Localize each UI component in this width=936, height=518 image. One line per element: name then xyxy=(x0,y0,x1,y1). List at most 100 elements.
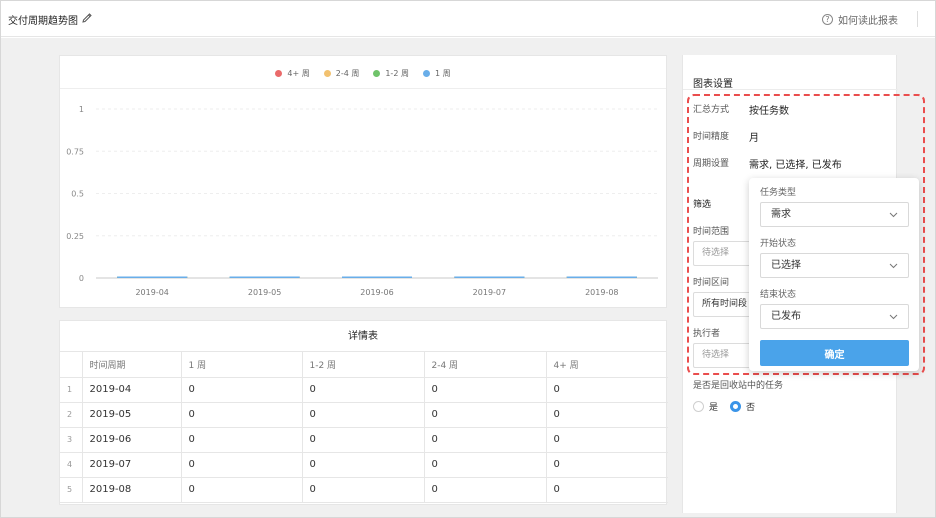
x-tick-label: 2019-04 xyxy=(135,288,168,297)
column-header-week1-2[interactable]: 1-2 周 xyxy=(301,352,424,378)
recycle-no-label: 否 xyxy=(746,403,756,413)
cell-week1: 0 xyxy=(180,377,302,403)
table-row: 1 2019-04 0 0 0 0 xyxy=(60,377,668,403)
y-tick-label: 0.25 xyxy=(66,232,84,241)
column-header-week1[interactable]: 1 周 xyxy=(180,352,302,378)
column-header-period[interactable]: 时间周期 xyxy=(81,352,181,378)
page-title: 交付周期趋势图 xyxy=(8,16,78,27)
table-row: 5 2019-08 0 0 0 0 xyxy=(60,477,668,503)
task-type-label: 任务类型 xyxy=(760,188,797,198)
cell-week1: 0 xyxy=(180,477,302,503)
granularity-setting[interactable]: 时间精度 月 xyxy=(693,129,759,144)
cell-week2-4: 0 xyxy=(423,377,546,403)
filter-title: 筛选 xyxy=(693,200,712,210)
x-tick-label: 2019-07 xyxy=(473,288,506,297)
top-bar: 交付周期趋势图 ? 如何读此报表 xyxy=(1,1,935,37)
pencil-icon[interactable] xyxy=(81,12,93,24)
help-link-label: 如何读此报表 xyxy=(838,16,898,27)
summary-value[interactable]: 按任务数 xyxy=(749,102,789,117)
bar-segment[interactable] xyxy=(566,276,637,279)
topbar-divider xyxy=(917,11,918,27)
x-tick-label: 2019-08 xyxy=(585,288,618,297)
cell-week4plus: 0 xyxy=(545,477,668,503)
confirm-button[interactable]: 确定 xyxy=(760,340,909,366)
column-header-week4plus[interactable]: 4+ 周 xyxy=(545,352,668,378)
cell-week2-4: 0 xyxy=(423,452,546,478)
table-row: 3 2019-06 0 0 0 0 xyxy=(60,427,668,453)
cell-period: 2019-04 xyxy=(81,377,181,403)
summary-setting[interactable]: 汇总方式 按任务数 xyxy=(693,102,789,117)
assignee-input[interactable]: 待选择 xyxy=(693,343,751,368)
cell-week4plus: 0 xyxy=(545,377,668,403)
cell-period: 2019-08 xyxy=(81,477,181,503)
end-status-select[interactable]: 已发布 xyxy=(760,304,909,329)
help-link[interactable]: ? 如何读此报表 xyxy=(822,12,898,27)
period-setting[interactable]: 周期设置 需求, 已选择, 已发布 xyxy=(693,156,842,171)
x-tick-label: 2019-05 xyxy=(248,288,281,297)
recycle-radio-group: 是 否 xyxy=(693,400,755,413)
cell-week4plus: 0 xyxy=(545,427,668,453)
row-index: 2 xyxy=(60,402,82,428)
recycle-no-radio[interactable]: 否 xyxy=(730,400,755,413)
bar-segment[interactable] xyxy=(229,276,300,279)
cell-week1-2: 0 xyxy=(301,477,424,503)
cell-week1-2: 0 xyxy=(301,402,424,428)
index-header xyxy=(60,352,82,378)
detail-table-title: 详情表 xyxy=(60,321,666,352)
recycle-yes-label: 是 xyxy=(709,403,719,413)
cell-week2-4: 0 xyxy=(423,402,546,428)
chart-card: 4+ 周 2-4 周 1-2 周1 周 1 0.75 0.5 0.25 0 2019-04 20… xyxy=(59,55,667,308)
cell-period: 2019-05 xyxy=(81,402,181,428)
row-index: 3 xyxy=(60,427,82,453)
bar-chart: 1 0.75 0.5 0.25 0 2019-04 2019-05 2019-06 2019-0… xyxy=(66,105,658,297)
cell-period: 2019-06 xyxy=(81,427,181,453)
radio-circle-icon xyxy=(693,401,704,412)
chevron-down-icon xyxy=(889,314,898,320)
period-value[interactable]: 需求, 已选择, 已发布 xyxy=(749,156,842,171)
chevron-down-icon xyxy=(889,263,898,269)
detail-table: 时间周期 1 周 1-2 周 2-4 周 4+ 周 1 2019-04 0 0 … xyxy=(60,352,668,503)
task-type-select[interactable]: 需求 xyxy=(760,202,909,227)
cell-period: 2019-07 xyxy=(81,452,181,478)
period-label: 周期设置 xyxy=(693,159,730,169)
bar-segment[interactable] xyxy=(117,276,188,279)
start-status-value: 已选择 xyxy=(771,260,801,271)
y-tick-label: 0.75 xyxy=(66,147,84,156)
cell-week1-2: 0 xyxy=(301,377,424,403)
recycle-label: 是否是回收站中的任务 xyxy=(693,381,784,391)
detail-table-card: 详情表 时间周期 1 周 1-2 周 2-4 周 4+ 周 1 2019-04 … xyxy=(59,320,668,505)
bar-segment[interactable] xyxy=(454,276,525,279)
start-status-label: 开始状态 xyxy=(760,239,797,249)
y-tick-label: 0 xyxy=(79,274,84,283)
table-row: 2 2019-05 0 0 0 0 xyxy=(60,402,668,428)
cell-week1: 0 xyxy=(180,427,302,453)
chevron-down-icon xyxy=(889,212,898,218)
cell-week1: 0 xyxy=(180,452,302,478)
table-header-row: 时间周期 1 周 1-2 周 2-4 周 4+ 周 xyxy=(60,352,668,378)
row-index: 1 xyxy=(60,377,82,403)
table-row: 4 2019-07 0 0 0 0 xyxy=(60,452,668,478)
bar-segment[interactable] xyxy=(342,276,412,279)
time-range-label: 时间范围 xyxy=(693,227,730,237)
row-index: 5 xyxy=(60,477,82,503)
granularity-value[interactable]: 月 xyxy=(749,129,759,144)
granularity-label: 时间精度 xyxy=(693,132,730,142)
recycle-yes-radio[interactable]: 是 xyxy=(693,400,718,413)
cell-week4plus: 0 xyxy=(545,402,668,428)
cell-week2-4: 0 xyxy=(423,477,546,503)
end-status-label: 结束状态 xyxy=(760,290,797,300)
start-status-select[interactable]: 已选择 xyxy=(760,253,909,278)
settings-title: 图表设置 xyxy=(693,79,733,90)
radio-checked-icon xyxy=(730,401,742,412)
task-type-value: 需求 xyxy=(771,209,791,220)
time-range-input[interactable]: 待选择 xyxy=(693,241,751,266)
x-tick-label: 2019-06 xyxy=(360,288,393,297)
cell-week1-2: 0 xyxy=(301,427,424,453)
summary-label: 汇总方式 xyxy=(693,105,730,115)
assignee-label: 执行者 xyxy=(693,329,721,339)
row-index: 4 xyxy=(60,452,82,478)
time-interval-select[interactable]: 所有时间段 xyxy=(693,292,751,317)
column-header-week2-4[interactable]: 2-4 周 xyxy=(423,352,546,378)
settings-divider xyxy=(683,89,898,90)
y-tick-label: 0.5 xyxy=(71,190,84,199)
